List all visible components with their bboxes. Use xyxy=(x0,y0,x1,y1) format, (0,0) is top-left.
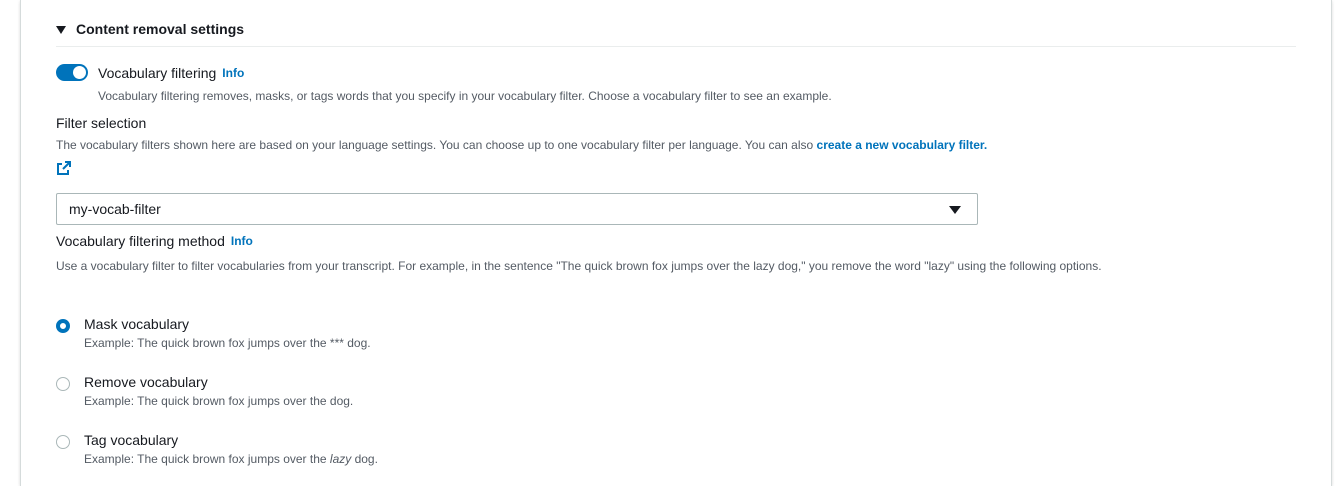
radio-mask-text: Mask vocabulary Example: The quick brown… xyxy=(84,316,371,350)
vocab-filtering-info-link[interactable]: Info xyxy=(222,66,244,80)
radio-mask-indicator[interactable] xyxy=(56,319,70,333)
radio-tag-text: Tag vocabulary Example: The quick brown … xyxy=(84,432,378,466)
radio-remove-vocabulary[interactable]: Remove vocabulary Example: The quick bro… xyxy=(56,374,353,408)
external-link-icon[interactable] xyxy=(56,160,72,176)
vocab-filtering-description: Vocabulary filtering removes, masks, or … xyxy=(98,89,832,103)
dropdown-caret-icon xyxy=(949,206,961,214)
radio-tag-vocabulary[interactable]: Tag vocabulary Example: The quick brown … xyxy=(56,432,378,466)
radio-tag-title: Tag vocabulary xyxy=(84,432,179,448)
vocab-filtering-label: Vocabulary filtering xyxy=(98,64,217,81)
vocab-filter-selected-value: my-vocab-filter xyxy=(69,201,161,217)
caret-down-icon xyxy=(56,25,66,34)
radio-mask-title: Mask vocabulary xyxy=(84,316,190,332)
content-removal-section-header[interactable]: Content removal settings xyxy=(56,16,244,42)
vocab-filtering-toggle[interactable] xyxy=(56,64,88,81)
filter-selection-description-text: The vocabulary filters shown here are ba… xyxy=(56,138,817,152)
section-divider xyxy=(56,46,1296,47)
radio-tag-example: Example: The quick brown fox jumps over … xyxy=(84,452,378,466)
radio-remove-indicator[interactable] xyxy=(56,377,70,391)
filtering-method-header: Vocabulary filtering method Info xyxy=(56,233,253,249)
vocab-filter-select[interactable]: my-vocab-filter xyxy=(56,193,978,225)
radio-tag-example-prefix: Example: The quick brown fox jumps over … xyxy=(84,452,330,466)
create-vocab-filter-link[interactable]: create a new vocabulary filter. xyxy=(817,138,988,152)
filtering-method-description: Use a vocabulary filter to filter vocabu… xyxy=(56,259,1102,273)
filtering-method-label: Vocabulary filtering method xyxy=(56,233,225,249)
radio-remove-text: Remove vocabulary Example: The quick bro… xyxy=(84,374,353,408)
section-title: Content removal settings xyxy=(76,21,245,37)
radio-tag-example-suffix: dog. xyxy=(351,452,378,466)
filtering-method-info-link[interactable]: Info xyxy=(231,234,253,248)
vocab-filtering-row: Vocabulary filtering Info xyxy=(56,64,244,81)
radio-remove-title: Remove vocabulary xyxy=(84,374,208,390)
radio-mask-vocabulary[interactable]: Mask vocabulary Example: The quick brown… xyxy=(56,316,371,350)
filter-selection-label: Filter selection xyxy=(56,115,147,131)
radio-tag-example-emphasis: lazy xyxy=(329,452,352,466)
radio-tag-indicator[interactable] xyxy=(56,435,70,449)
radio-remove-example: Example: The quick brown fox jumps over … xyxy=(84,394,354,408)
filter-selection-description: The vocabulary filters shown here are ba… xyxy=(56,138,1296,152)
radio-mask-example: Example: The quick brown fox jumps over … xyxy=(84,336,371,350)
